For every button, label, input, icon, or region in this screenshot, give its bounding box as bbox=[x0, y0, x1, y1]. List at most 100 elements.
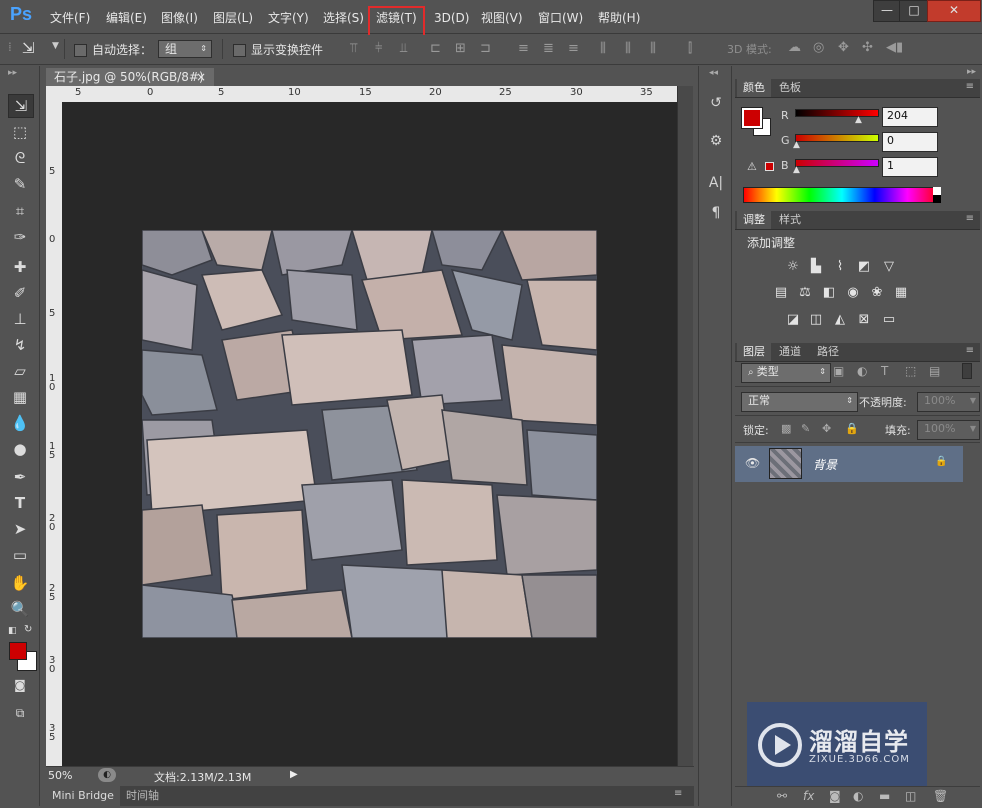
selective-color-icon[interactable]: ⊠ bbox=[855, 312, 873, 328]
status-info-icon[interactable]: ◐ bbox=[98, 768, 116, 782]
healing-brush-tool-icon[interactable]: ✚ bbox=[8, 256, 32, 278]
threshold-icon[interactable]: ◭ bbox=[831, 312, 849, 328]
foreground-color-swatch[interactable] bbox=[9, 642, 27, 660]
menu-3d[interactable]: 3D(D) bbox=[430, 9, 473, 27]
swap-colors-icon[interactable]: ↻ bbox=[24, 624, 32, 635]
red-slider[interactable] bbox=[795, 109, 879, 117]
menu-view[interactable]: 视图(V) bbox=[477, 9, 527, 27]
foreground-color-swatch[interactable] bbox=[741, 107, 763, 129]
canvas-area[interactable] bbox=[62, 102, 677, 766]
auto-select-dropdown[interactable]: 组 ⇕ bbox=[158, 40, 212, 58]
screen-mode-icon[interactable]: ⧉ bbox=[8, 702, 32, 724]
color-spectrum-bar[interactable] bbox=[743, 187, 941, 203]
menu-help[interactable]: 帮助(H) bbox=[594, 9, 644, 27]
crop-tool-icon[interactable]: ⌗ bbox=[8, 200, 32, 222]
clone-stamp-tool-icon[interactable]: ⊥ bbox=[8, 308, 32, 330]
tab-timeline[interactable]: 时间轴 bbox=[120, 786, 165, 806]
properties-panel-icon[interactable]: ⚙ bbox=[705, 130, 727, 152]
lock-transparent-icon[interactable]: ▩ bbox=[781, 422, 791, 435]
slider-thumb-icon[interactable]: ▲ bbox=[855, 115, 862, 125]
menu-file[interactable]: 文件(F) bbox=[46, 9, 94, 27]
tab-adjustments[interactable]: 调整 bbox=[737, 211, 771, 229]
quick-mask-icon[interactable]: ◙ bbox=[8, 674, 32, 696]
type-tool-icon[interactable]: T bbox=[8, 492, 32, 514]
auto-select-checkbox[interactable] bbox=[74, 43, 87, 57]
eyedropper-tool-icon[interactable]: ✑ bbox=[8, 226, 32, 248]
trash-icon[interactable]: 🗑 bbox=[933, 789, 948, 803]
align-top-icon[interactable]: ⫪ bbox=[350, 41, 357, 56]
adjustment-layer-icon[interactable]: ◐ bbox=[853, 789, 863, 803]
tab-styles[interactable]: 样式 bbox=[773, 211, 807, 229]
blue-slider[interactable] bbox=[795, 159, 879, 167]
black-swatch[interactable] bbox=[933, 195, 941, 203]
layer-name[interactable]: 背景 bbox=[813, 456, 837, 473]
pen-tool-icon[interactable]: ✒ bbox=[8, 466, 32, 488]
brush-tool-icon[interactable]: ✐ bbox=[8, 282, 32, 304]
menu-layer[interactable]: 图层(L) bbox=[209, 9, 257, 27]
lock-image-icon[interactable]: ✎ bbox=[801, 422, 810, 435]
hand-tool-icon[interactable]: ✋ bbox=[8, 572, 32, 594]
history-panel-icon[interactable]: ↺ bbox=[705, 92, 727, 114]
black-white-icon[interactable]: ◧ bbox=[820, 285, 838, 301]
fx-icon[interactable]: fx bbox=[803, 789, 814, 803]
blue-value-field[interactable]: 1 bbox=[882, 157, 938, 177]
brightness-icon[interactable]: ☼ bbox=[784, 259, 802, 275]
hue-saturation-icon[interactable]: ▤ bbox=[772, 285, 790, 301]
vibrance-icon[interactable]: ▽ bbox=[880, 259, 898, 275]
slide-3d-icon[interactable]: ✣ bbox=[862, 40, 873, 55]
add-mask-icon[interactable]: ◙ bbox=[829, 789, 841, 803]
new-layer-icon[interactable]: ◫ bbox=[905, 789, 916, 803]
opacity-field[interactable]: 100% ▼ bbox=[917, 392, 980, 412]
filter-toggle-icon[interactable] bbox=[962, 363, 972, 379]
levels-icon[interactable]: ▙ bbox=[807, 259, 825, 275]
collapse-icon[interactable]: ▸▸ bbox=[967, 67, 976, 77]
distribute-left-icon[interactable]: ⫼ bbox=[600, 41, 606, 56]
fill-field[interactable]: 100% ▼ bbox=[917, 420, 980, 440]
character-panel-icon[interactable]: A| bbox=[705, 172, 727, 194]
filter-shape-icon[interactable]: ⬚ bbox=[905, 364, 916, 378]
marquee-tool-icon[interactable]: ⬚ bbox=[8, 121, 32, 143]
gradient-map-icon[interactable]: ▭ bbox=[880, 312, 898, 328]
roll-3d-icon[interactable]: ◎ bbox=[813, 40, 824, 55]
maximize-button[interactable]: □ bbox=[899, 0, 929, 22]
panel-menu-icon[interactable]: ≡ bbox=[966, 213, 974, 224]
dodge-tool-icon[interactable]: ● bbox=[8, 438, 32, 460]
new-group-icon[interactable]: ▬ bbox=[879, 789, 890, 803]
tab-layers[interactable]: 图层 bbox=[737, 343, 771, 361]
eraser-tool-icon[interactable]: ▱ bbox=[8, 360, 32, 382]
menu-select[interactable]: 选择(S) bbox=[319, 9, 368, 27]
move-tool-icon[interactable]: ⇲ bbox=[8, 94, 34, 118]
menu-edit[interactable]: 编辑(E) bbox=[102, 9, 151, 27]
zoom-level[interactable]: 50% bbox=[48, 769, 72, 782]
align-vcenter-icon[interactable]: ⫩ bbox=[375, 41, 382, 56]
visibility-eye-icon[interactable]: 👁 bbox=[745, 456, 760, 470]
posterize-icon[interactable]: ◫ bbox=[807, 312, 825, 328]
exposure-icon[interactable]: ◩ bbox=[855, 259, 873, 275]
rectangle-tool-icon[interactable]: ▭ bbox=[8, 544, 32, 566]
close-window-button[interactable]: ✕ bbox=[927, 0, 981, 22]
photo-filter-icon[interactable]: ◉ bbox=[844, 285, 862, 301]
tab-channels[interactable]: 通道 bbox=[773, 343, 807, 361]
default-colors-icon[interactable]: ◧ bbox=[8, 626, 17, 636]
blend-mode-dropdown[interactable]: 正常 ⇕ bbox=[741, 392, 858, 412]
slider-thumb-icon[interactable]: ▲ bbox=[793, 140, 800, 150]
panel-menu-icon[interactable]: ≡ bbox=[966, 345, 974, 356]
lock-position-icon[interactable]: ✥ bbox=[822, 422, 831, 435]
channel-mixer-icon[interactable]: ❀ bbox=[868, 285, 886, 301]
lasso-tool-icon[interactable]: ᘓ bbox=[8, 147, 32, 169]
panel-menu-icon[interactable]: ≡ bbox=[966, 81, 974, 92]
history-brush-tool-icon[interactable]: ↯ bbox=[8, 334, 32, 356]
color-lookup-icon[interactable]: ▦ bbox=[892, 285, 910, 301]
drag-3d-icon[interactable]: ✥ bbox=[838, 40, 849, 55]
menu-image[interactable]: 图像(I) bbox=[157, 9, 202, 27]
distribute-hcenter-icon[interactable]: ⫼ bbox=[625, 41, 631, 56]
vertical-scrollbar[interactable] bbox=[677, 86, 693, 766]
filter-pixel-icon[interactable]: ▣ bbox=[833, 364, 844, 378]
move-tool-preset-icon[interactable]: ⇲ bbox=[22, 39, 35, 57]
blur-tool-icon[interactable]: 💧 bbox=[8, 412, 32, 434]
gradient-tool-icon[interactable]: ▦ bbox=[8, 386, 32, 408]
minimize-button[interactable]: — bbox=[873, 0, 901, 22]
document-tab[interactable]: 石子.jpg @ 50%(RGB/8#) × bbox=[46, 68, 214, 86]
slider-thumb-icon[interactable]: ▲ bbox=[793, 165, 800, 175]
paragraph-panel-icon[interactable]: ¶ bbox=[705, 202, 727, 224]
